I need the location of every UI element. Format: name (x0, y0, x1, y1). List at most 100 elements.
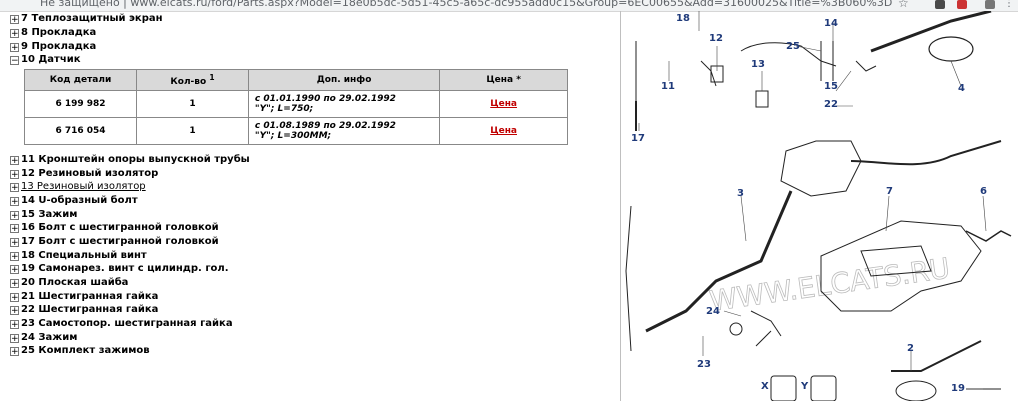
callout-label[interactable]: 4 (958, 83, 965, 94)
extension-icon[interactable] (985, 0, 995, 9)
callout-label[interactable]: 13 (751, 59, 765, 70)
callout-label[interactable]: 14 (824, 18, 838, 29)
tree-item[interactable]: +8 Прокладка (10, 27, 96, 40)
part-qty: 1 (136, 90, 249, 118)
tree-item[interactable]: +15 Зажим (10, 209, 77, 222)
tree-item-label[interactable]: 7 Теплозащитный экран (21, 13, 163, 24)
tree-item-label[interactable]: 14 U-образный болт (21, 195, 138, 206)
tree-item[interactable]: +17 Болт с шестигранной головкой (10, 236, 219, 249)
callout-label[interactable]: 3 (737, 188, 744, 199)
part-info: с 01.01.1990 по 29.02.1992 "Y"; L=750; (247, 90, 441, 118)
callout-label[interactable]: 22 (824, 99, 838, 110)
column-header: Кол-во 1 (136, 69, 249, 91)
tree-item-label[interactable]: 13 Резиновый изолятор (21, 181, 146, 192)
column-header: Цена * (439, 69, 568, 91)
expand-icon[interactable]: + (10, 278, 19, 288)
expand-icon[interactable]: + (10, 196, 19, 206)
price-link[interactable]: Цена (490, 99, 517, 109)
tree-item[interactable]: +7 Теплозащитный экран (10, 13, 163, 26)
callout-label[interactable]: 25 (786, 41, 800, 52)
expand-icon[interactable]: + (10, 333, 19, 343)
tree-item-label[interactable]: 20 Плоская шайба (21, 277, 128, 288)
tree-item-label[interactable]: 21 Шестигранная гайка (21, 291, 158, 302)
price-cell: Цена (439, 117, 568, 145)
expand-icon[interactable]: + (10, 28, 19, 38)
callout-label[interactable]: 11 (661, 81, 675, 92)
callout-label[interactable]: 2 (907, 343, 914, 354)
callout-label[interactable]: 17 (631, 133, 645, 144)
callout-label[interactable]: 7 (886, 186, 893, 197)
tree-item-label[interactable]: 12 Резиновый изолятор (21, 168, 158, 179)
tree-item[interactable]: +19 Самонарез. винт с цилиндр. гол. (10, 263, 229, 276)
expand-icon[interactable]: + (10, 155, 19, 165)
tree-item-label[interactable]: 24 Зажим (21, 332, 77, 343)
tree-item-label[interactable]: 16 Болт с шестигранной головкой (21, 222, 219, 233)
expand-icon[interactable]: + (10, 237, 19, 247)
part-info: с 01.08.1989 по 29.02.1992 "Y"; L=300MM; (247, 117, 441, 145)
tree-item[interactable]: +22 Шестигранная гайка (10, 304, 158, 317)
table-header-row: Код детали Кол-во 1 Доп. инфо Цена * (23, 69, 568, 91)
expand-icon[interactable]: + (10, 346, 19, 356)
menu-icon[interactable]: ⋮ (1004, 0, 1014, 9)
expand-icon[interactable]: + (10, 42, 19, 52)
parts-tree-panel: +7 Теплозащитный экран +8 Прокладка +9 П… (0, 11, 620, 401)
collapse-icon[interactable]: − (10, 55, 19, 65)
tree-item[interactable]: +21 Шестигранная гайка (10, 291, 158, 304)
tree-item[interactable]: +9 Прокладка (10, 41, 96, 54)
table-row: 6 716 054 1 с 01.08.1989 по 29.02.1992 "Y… (23, 117, 568, 145)
tree-item-label[interactable]: 25 Комплект зажимов (21, 345, 150, 356)
tree-item-label[interactable]: 10 Датчик (21, 54, 81, 65)
tree-item[interactable]: +14 U-образный болт (10, 195, 138, 208)
extension-icon[interactable] (957, 0, 967, 9)
expand-icon[interactable]: + (10, 292, 19, 302)
tree-item[interactable]: +25 Комплект зажимов (10, 345, 150, 358)
expand-icon[interactable]: + (10, 319, 19, 329)
bookmark-star-icon[interactable]: ☆ (898, 0, 909, 10)
tree-item-label[interactable]: 8 Прокладка (21, 27, 96, 38)
callout-label[interactable]: 12 (709, 33, 723, 44)
tree-item[interactable]: −10 Датчик (10, 54, 81, 67)
callout-label[interactable]: 15 (824, 81, 838, 92)
tree-item-label[interactable]: 17 Болт с шестигранной головкой (21, 236, 219, 247)
expand-icon[interactable]: + (10, 305, 19, 315)
tree-item[interactable]: +20 Плоская шайба (10, 277, 128, 290)
price-link[interactable]: Цена (490, 126, 517, 136)
watermark: WWW.ELCATS.RU (707, 252, 952, 318)
tree-item[interactable]: +13 Резиновый изолятор (10, 181, 146, 194)
tree-item[interactable]: +24 Зажим (10, 332, 77, 345)
tree-item[interactable]: +23 Самостопор. шестигранная гайка (10, 318, 233, 331)
callout-label: Y (800, 381, 809, 392)
part-qty: 1 (136, 117, 249, 145)
tree-item[interactable]: +18 Специальный винт (10, 250, 147, 263)
price-cell: Цена (439, 90, 568, 118)
tree-item-label[interactable]: 15 Зажим (21, 209, 77, 220)
expand-icon[interactable]: + (10, 182, 19, 192)
extension-icon[interactable] (935, 0, 945, 9)
expand-icon[interactable]: + (10, 223, 19, 233)
exploded-parts-diagram[interactable]: WWW.ELCATS.RU 18 12 11 17 13 14 25 15 22… (621, 11, 1018, 401)
part-code: 6 716 054 (23, 117, 138, 145)
tree-item[interactable]: +16 Болт с шестигранной головкой (10, 222, 219, 235)
callout-label[interactable]: 19 (951, 383, 965, 394)
part-code: 6 199 982 (23, 90, 138, 118)
expand-icon[interactable]: + (10, 251, 19, 261)
callout-label[interactable]: 6 (980, 186, 987, 197)
tree-item-label[interactable]: 22 Шестигранная гайка (21, 304, 158, 315)
tree-item-label[interactable]: 18 Специальный винт (21, 250, 147, 261)
tree-item-label[interactable]: 11 Кронштейн опоры выпускной трубы (21, 154, 250, 165)
callout-label[interactable]: 24 (706, 306, 720, 317)
address-url[interactable]: Не защищено | www.elcats.ru/ford/Parts.a… (40, 0, 892, 9)
tree-item[interactable]: +11 Кронштейн опоры выпускной трубы (10, 154, 250, 167)
expand-icon[interactable]: + (10, 169, 19, 179)
expand-icon[interactable]: + (10, 210, 19, 220)
expand-icon[interactable]: + (10, 14, 19, 24)
callout-label: X (761, 381, 769, 392)
callout-label[interactable]: 23 (697, 359, 711, 370)
parts-table: Код детали Кол-во 1 Доп. инфо Цена * 6 1… (23, 69, 568, 145)
callout-label[interactable]: 18 (676, 13, 690, 24)
tree-item-label[interactable]: 23 Самостопор. шестигранная гайка (21, 318, 233, 329)
tree-item-label[interactable]: 9 Прокладка (21, 41, 96, 52)
expand-icon[interactable]: + (10, 264, 19, 274)
tree-item-label[interactable]: 19 Самонарез. винт с цилиндр. гол. (21, 263, 229, 274)
tree-item[interactable]: +12 Резиновый изолятор (10, 168, 158, 181)
